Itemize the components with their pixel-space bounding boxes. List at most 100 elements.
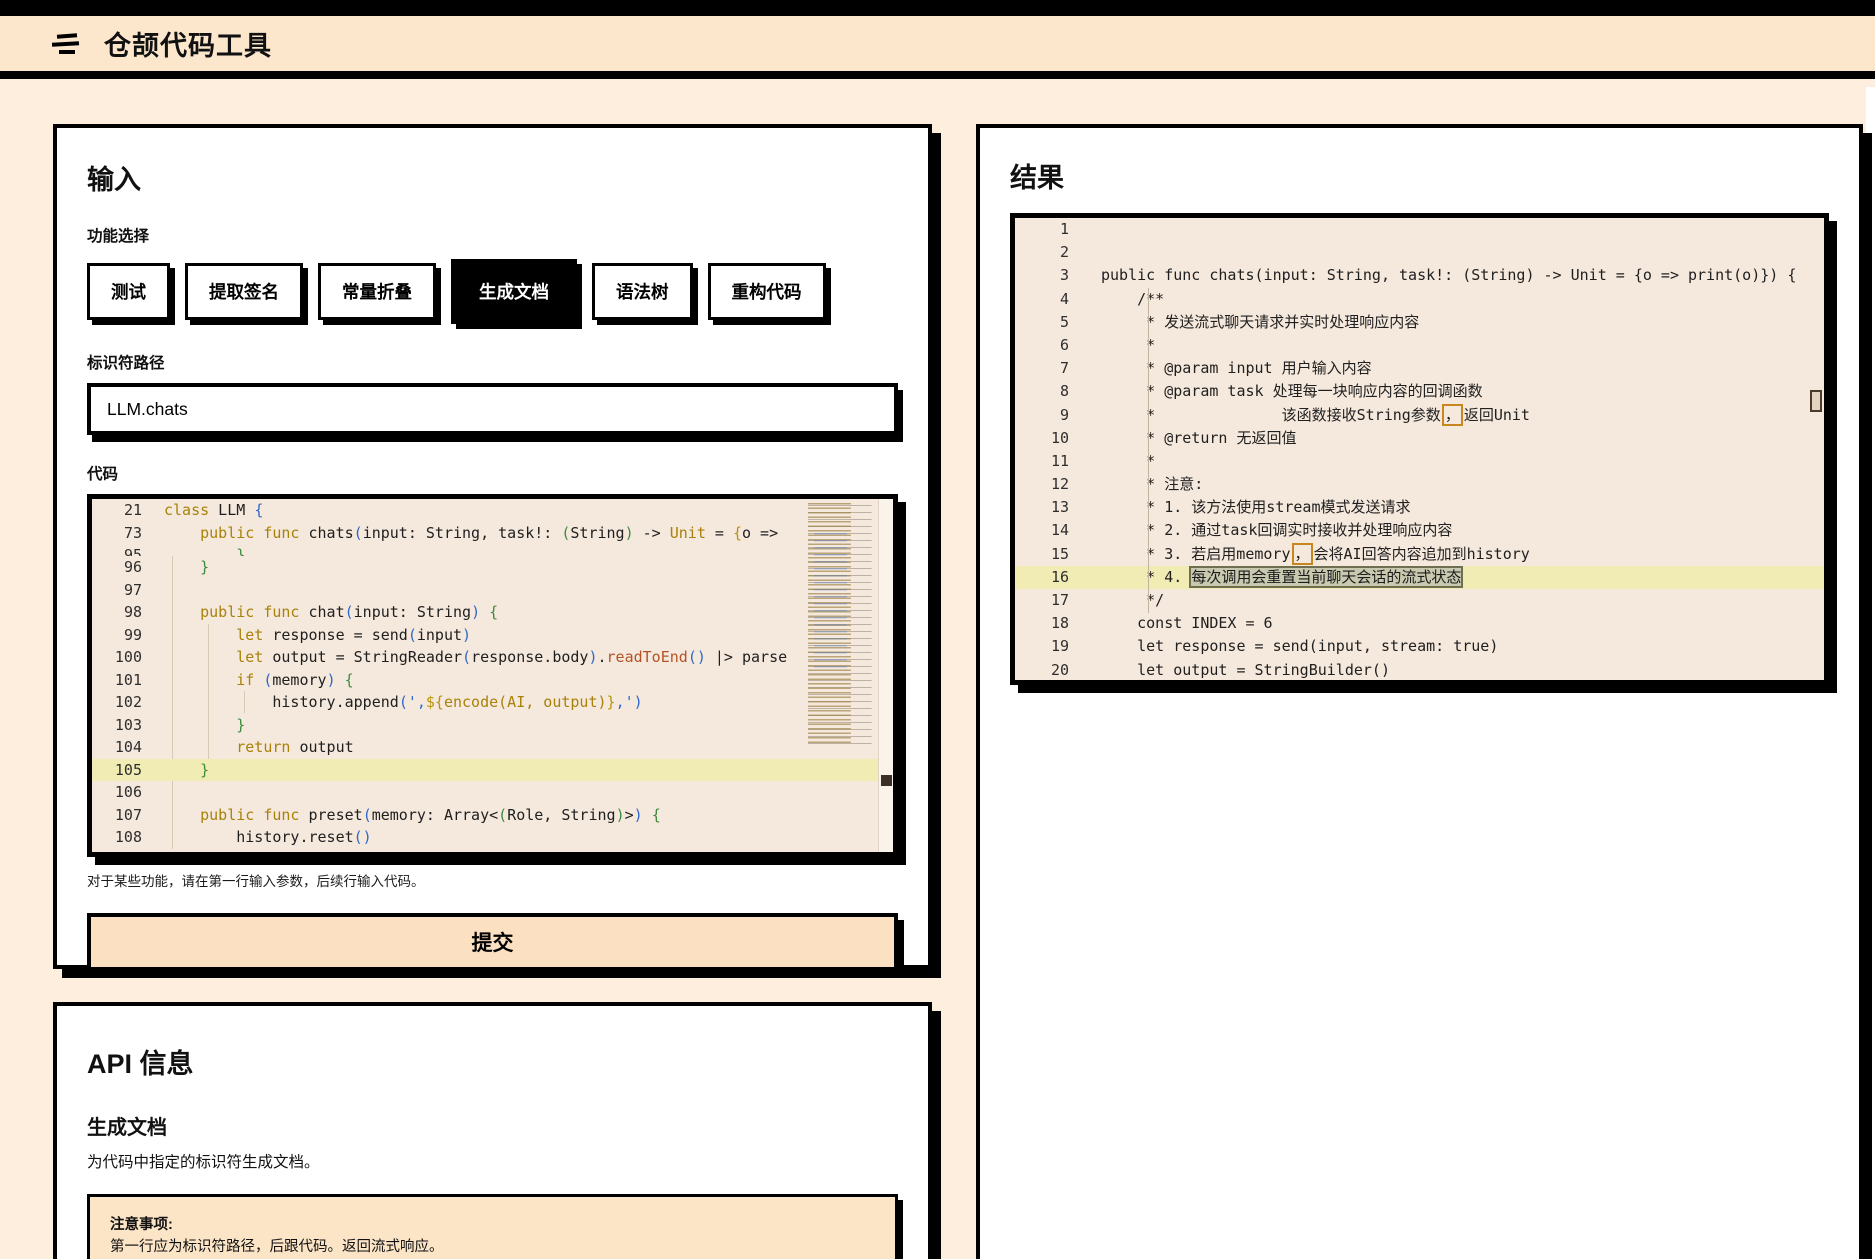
line-number: 21 xyxy=(92,499,158,522)
line-content: * 2. 通过task回调实时接收并处理响应内容 xyxy=(1093,519,1452,542)
result-lines: 123public func chats(input: String, task… xyxy=(1015,218,1824,685)
top-black-bar xyxy=(0,0,1875,16)
line-number: 106 xyxy=(92,781,158,804)
code-line: 21class LLM { xyxy=(92,499,893,522)
editor-minimap[interactable] xyxy=(804,503,878,745)
function-button-row: 测试提取签名常量折叠生成文档语法树重构代码 xyxy=(87,259,898,324)
api-feature-description: 为代码中指定的标识符生成文档。 xyxy=(87,1150,898,1172)
result-panel: 结果 123public func chats(input: String, t… xyxy=(976,124,1863,1259)
code-line: 95 } xyxy=(92,544,893,556)
api-note-title: 注意事项: xyxy=(110,1217,173,1233)
code-line: 104 return output xyxy=(92,736,893,759)
line-content xyxy=(1093,218,1101,241)
function-button[interactable]: 测试 xyxy=(87,263,170,320)
line-content xyxy=(1093,241,1101,264)
line-content: * @param task 处理每一块响应内容的回调函数 xyxy=(1093,380,1483,403)
line-content: * xyxy=(1093,334,1155,357)
line-content: history.append(',${encode(AI, output)},'… xyxy=(158,691,643,714)
code-line: 20 let output = StringBuilder() xyxy=(1015,659,1824,682)
line-number: 9 xyxy=(1015,404,1093,427)
line-content: } xyxy=(158,714,245,737)
line-number: 20 xyxy=(1015,659,1093,682)
line-content: public func chats(input: String, task!: … xyxy=(1093,264,1796,287)
editor-scrollbar[interactable] xyxy=(878,499,893,852)
code-line: 4 /** xyxy=(1015,288,1824,311)
line-number: 98 xyxy=(92,601,158,624)
browser-scrollbar-track[interactable] xyxy=(1866,87,1875,1259)
line-number: 1 xyxy=(1015,218,1093,241)
line-content: */ xyxy=(1093,589,1164,612)
line-content: * 发送流式聊天请求并实时处理响应内容 xyxy=(1093,311,1419,334)
line-content: history.reset() xyxy=(158,826,372,849)
code-line: 18 const INDEX = 6 xyxy=(1015,612,1824,635)
line-number: 12 xyxy=(1015,473,1093,496)
line-content: let output = StringReader(response.body)… xyxy=(158,646,787,669)
line-number: 97 xyxy=(92,579,158,602)
line-number: 5 xyxy=(1015,311,1093,334)
api-note-body: 第一行应为标识符路径，后跟代码。返回流式响应。 xyxy=(110,1239,444,1255)
code-line: 98 public func chat(input: String) { xyxy=(92,601,893,624)
line-number: 11 xyxy=(1015,450,1093,473)
api-info-panel: API 信息 生成文档 为代码中指定的标识符生成文档。 注意事项: 第一行应为标… xyxy=(53,1002,932,1259)
code-editor[interactable]: 21class LLM {73 public func chats(input:… xyxy=(87,494,898,857)
line-number: 103 xyxy=(92,714,158,737)
identifier-path-label: 标识符路径 xyxy=(87,351,898,373)
function-button[interactable]: 提取签名 xyxy=(185,263,303,320)
identifier-path-input[interactable] xyxy=(87,383,898,435)
line-content: /** xyxy=(1093,288,1164,311)
line-content xyxy=(158,781,164,804)
code-line: 1 xyxy=(1015,218,1824,241)
line-content: public func preset(memory: Array<(Role, … xyxy=(158,804,661,827)
result-scrollbar[interactable] xyxy=(1808,218,1824,680)
function-button[interactable]: 重构代码 xyxy=(708,263,826,320)
line-number: 95 xyxy=(92,544,158,556)
code-line: 103 } xyxy=(92,714,893,737)
line-content: * 1. 该方法使用stream模式发送请求 xyxy=(1093,496,1411,519)
line-number: 108 xyxy=(92,826,158,849)
code-line: 106 xyxy=(92,781,893,804)
line-content: class LLM { xyxy=(158,499,263,522)
indent-guide xyxy=(1148,288,1149,613)
code-line: 2 xyxy=(1015,241,1824,264)
line-content: const INDEX = 6 xyxy=(1093,612,1273,635)
line-content: * xyxy=(1093,450,1155,473)
editor-scrollbar-thumb[interactable] xyxy=(881,775,892,786)
line-content: return output xyxy=(158,736,354,759)
line-number: 17 xyxy=(1015,589,1093,612)
code-line: 12 * 注意: xyxy=(1015,473,1824,496)
result-scrollbar-thumb[interactable] xyxy=(1810,390,1822,412)
line-number: 13 xyxy=(1015,496,1093,519)
code-line: 17 */ xyxy=(1015,589,1824,612)
line-number: 101 xyxy=(92,669,158,692)
code-line: 3public func chats(input: String, task!:… xyxy=(1015,264,1824,287)
code-line: 13 * 1. 该方法使用stream模式发送请求 xyxy=(1015,496,1824,519)
function-button[interactable]: 生成文档 xyxy=(451,259,577,324)
code-line: 99 let response = send(input) xyxy=(92,624,893,647)
line-content: public func chat(input: String) { xyxy=(158,601,498,624)
line-number: 15 xyxy=(1015,543,1093,566)
code-line: 8 * @param task 处理每一块响应内容的回调函数 xyxy=(1015,380,1824,403)
line-content: let response = send(input, stream: true) xyxy=(1093,635,1498,658)
line-content: let response = send(input) xyxy=(158,624,471,647)
function-button[interactable]: 常量折叠 xyxy=(318,263,436,320)
api-feature-title: 生成文档 xyxy=(87,1111,898,1140)
line-number: 105 xyxy=(92,759,158,782)
line-content: * @return 无返回值 xyxy=(1093,427,1296,450)
code-line: 96 } xyxy=(92,556,893,579)
line-number: 104 xyxy=(92,736,158,759)
code-line: 5 * 发送流式聊天请求并实时处理响应内容 xyxy=(1015,311,1824,334)
code-line: 102 history.append(',${encode(AI, output… xyxy=(92,691,893,714)
code-line: 21 let buffer = Array<Byte>(1024 * 8, it… xyxy=(1015,682,1824,685)
line-number: 2 xyxy=(1015,241,1093,264)
code-line: 108 history.reset() xyxy=(92,826,893,849)
result-code-box[interactable]: 123public func chats(input: String, task… xyxy=(1010,213,1829,685)
submit-button[interactable]: 提交 xyxy=(87,913,898,971)
api-info-title: API 信息 xyxy=(87,1042,898,1081)
line-number: 7 xyxy=(1015,357,1093,380)
line-number: 8 xyxy=(1015,380,1093,403)
function-button[interactable]: 语法树 xyxy=(592,263,693,320)
code-line: 100 let output = StringReader(response.b… xyxy=(92,646,893,669)
line-number: 102 xyxy=(92,691,158,714)
input-panel: 输入 功能选择 测试提取签名常量折叠生成文档语法树重构代码 标识符路径 代码 2… xyxy=(53,124,932,969)
line-content: let output = StringBuilder() xyxy=(1093,659,1390,682)
